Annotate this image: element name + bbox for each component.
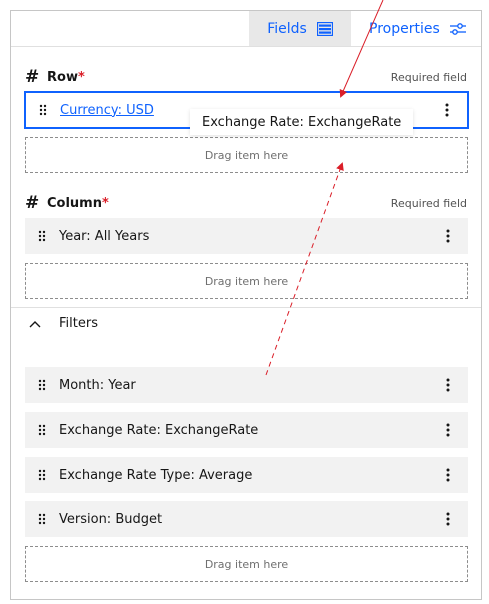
drag-handle-icon[interactable]: [25, 218, 59, 254]
column-item-year[interactable]: Year: All Years: [25, 218, 468, 254]
overflow-menu-icon[interactable]: [440, 377, 456, 393]
row-section-header: # Row *: [25, 67, 85, 87]
tab-fields-label: Fields: [267, 20, 307, 37]
section-divider: [11, 307, 481, 308]
tab-fields[interactable]: Fields: [249, 11, 351, 46]
filters-dropzone[interactable]: Drag item here: [25, 546, 468, 582]
filter-item-version[interactable]: Version: Budget: [25, 501, 468, 537]
column-item-label: Year: All Years: [59, 228, 150, 244]
dropzone-label: Drag item here: [204, 557, 289, 571]
filters-section-header[interactable]: Filters: [25, 316, 98, 331]
dropzone-label: Drag item here: [204, 274, 289, 288]
drag-handle-icon[interactable]: [25, 457, 59, 493]
overflow-menu-icon[interactable]: [440, 511, 456, 527]
column-section-header: # Column *: [25, 193, 109, 213]
tab-properties[interactable]: Properties: [369, 11, 474, 46]
drag-handle-icon[interactable]: [25, 412, 59, 448]
row-section-title: Row: [47, 69, 78, 85]
overflow-menu-icon[interactable]: [440, 467, 456, 483]
drag-handle-icon[interactable]: [25, 367, 59, 403]
column-section-title: Column: [47, 195, 102, 211]
filter-item-exchange-rate-type[interactable]: Exchange Rate Type: Average: [25, 457, 468, 493]
row-item-label[interactable]: Currency: USD: [60, 103, 154, 118]
filter-item-exchange-rate[interactable]: Exchange Rate: ExchangeRate: [25, 412, 468, 448]
required-star: *: [101, 195, 109, 211]
fields-panel: Fields Properties # Row * Required field…: [10, 10, 482, 600]
column-dropzone[interactable]: Drag item here: [25, 263, 468, 299]
overflow-menu-icon[interactable]: [439, 102, 455, 118]
measure-hash-icon: #: [25, 193, 40, 213]
row-dropzone[interactable]: Drag item here: [25, 137, 468, 173]
chevron-up-icon[interactable]: [25, 320, 59, 328]
panel-tab-bar: Fields Properties: [11, 11, 481, 47]
filter-item-label: Exchange Rate Type: Average: [59, 467, 253, 483]
filters-section-title: Filters: [59, 316, 98, 331]
drag-ghost[interactable]: Exchange Rate: ExchangeRate: [190, 109, 414, 135]
filter-item-label: Exchange Rate: ExchangeRate: [59, 422, 259, 438]
overflow-menu-icon[interactable]: [440, 228, 456, 244]
row-required-label: Required field: [390, 71, 467, 84]
column-required-label: Required field: [390, 197, 467, 210]
drag-ghost-label: Exchange Rate: ExchangeRate: [202, 114, 402, 130]
sliders-icon: [449, 22, 466, 36]
overflow-menu-icon[interactable]: [440, 422, 456, 438]
filter-item-label: Version: Budget: [59, 511, 163, 527]
fields-table-icon: [316, 21, 333, 36]
tab-properties-label: Properties: [369, 20, 440, 37]
dropzone-label: Drag item here: [204, 148, 289, 162]
filter-item-label: Month: Year: [59, 377, 136, 393]
measure-hash-icon: #: [25, 67, 40, 87]
drag-handle-icon[interactable]: [25, 501, 59, 537]
required-star: *: [77, 69, 85, 85]
drag-handle-icon[interactable]: [26, 93, 60, 127]
filter-item-month[interactable]: Month: Year: [25, 367, 468, 403]
